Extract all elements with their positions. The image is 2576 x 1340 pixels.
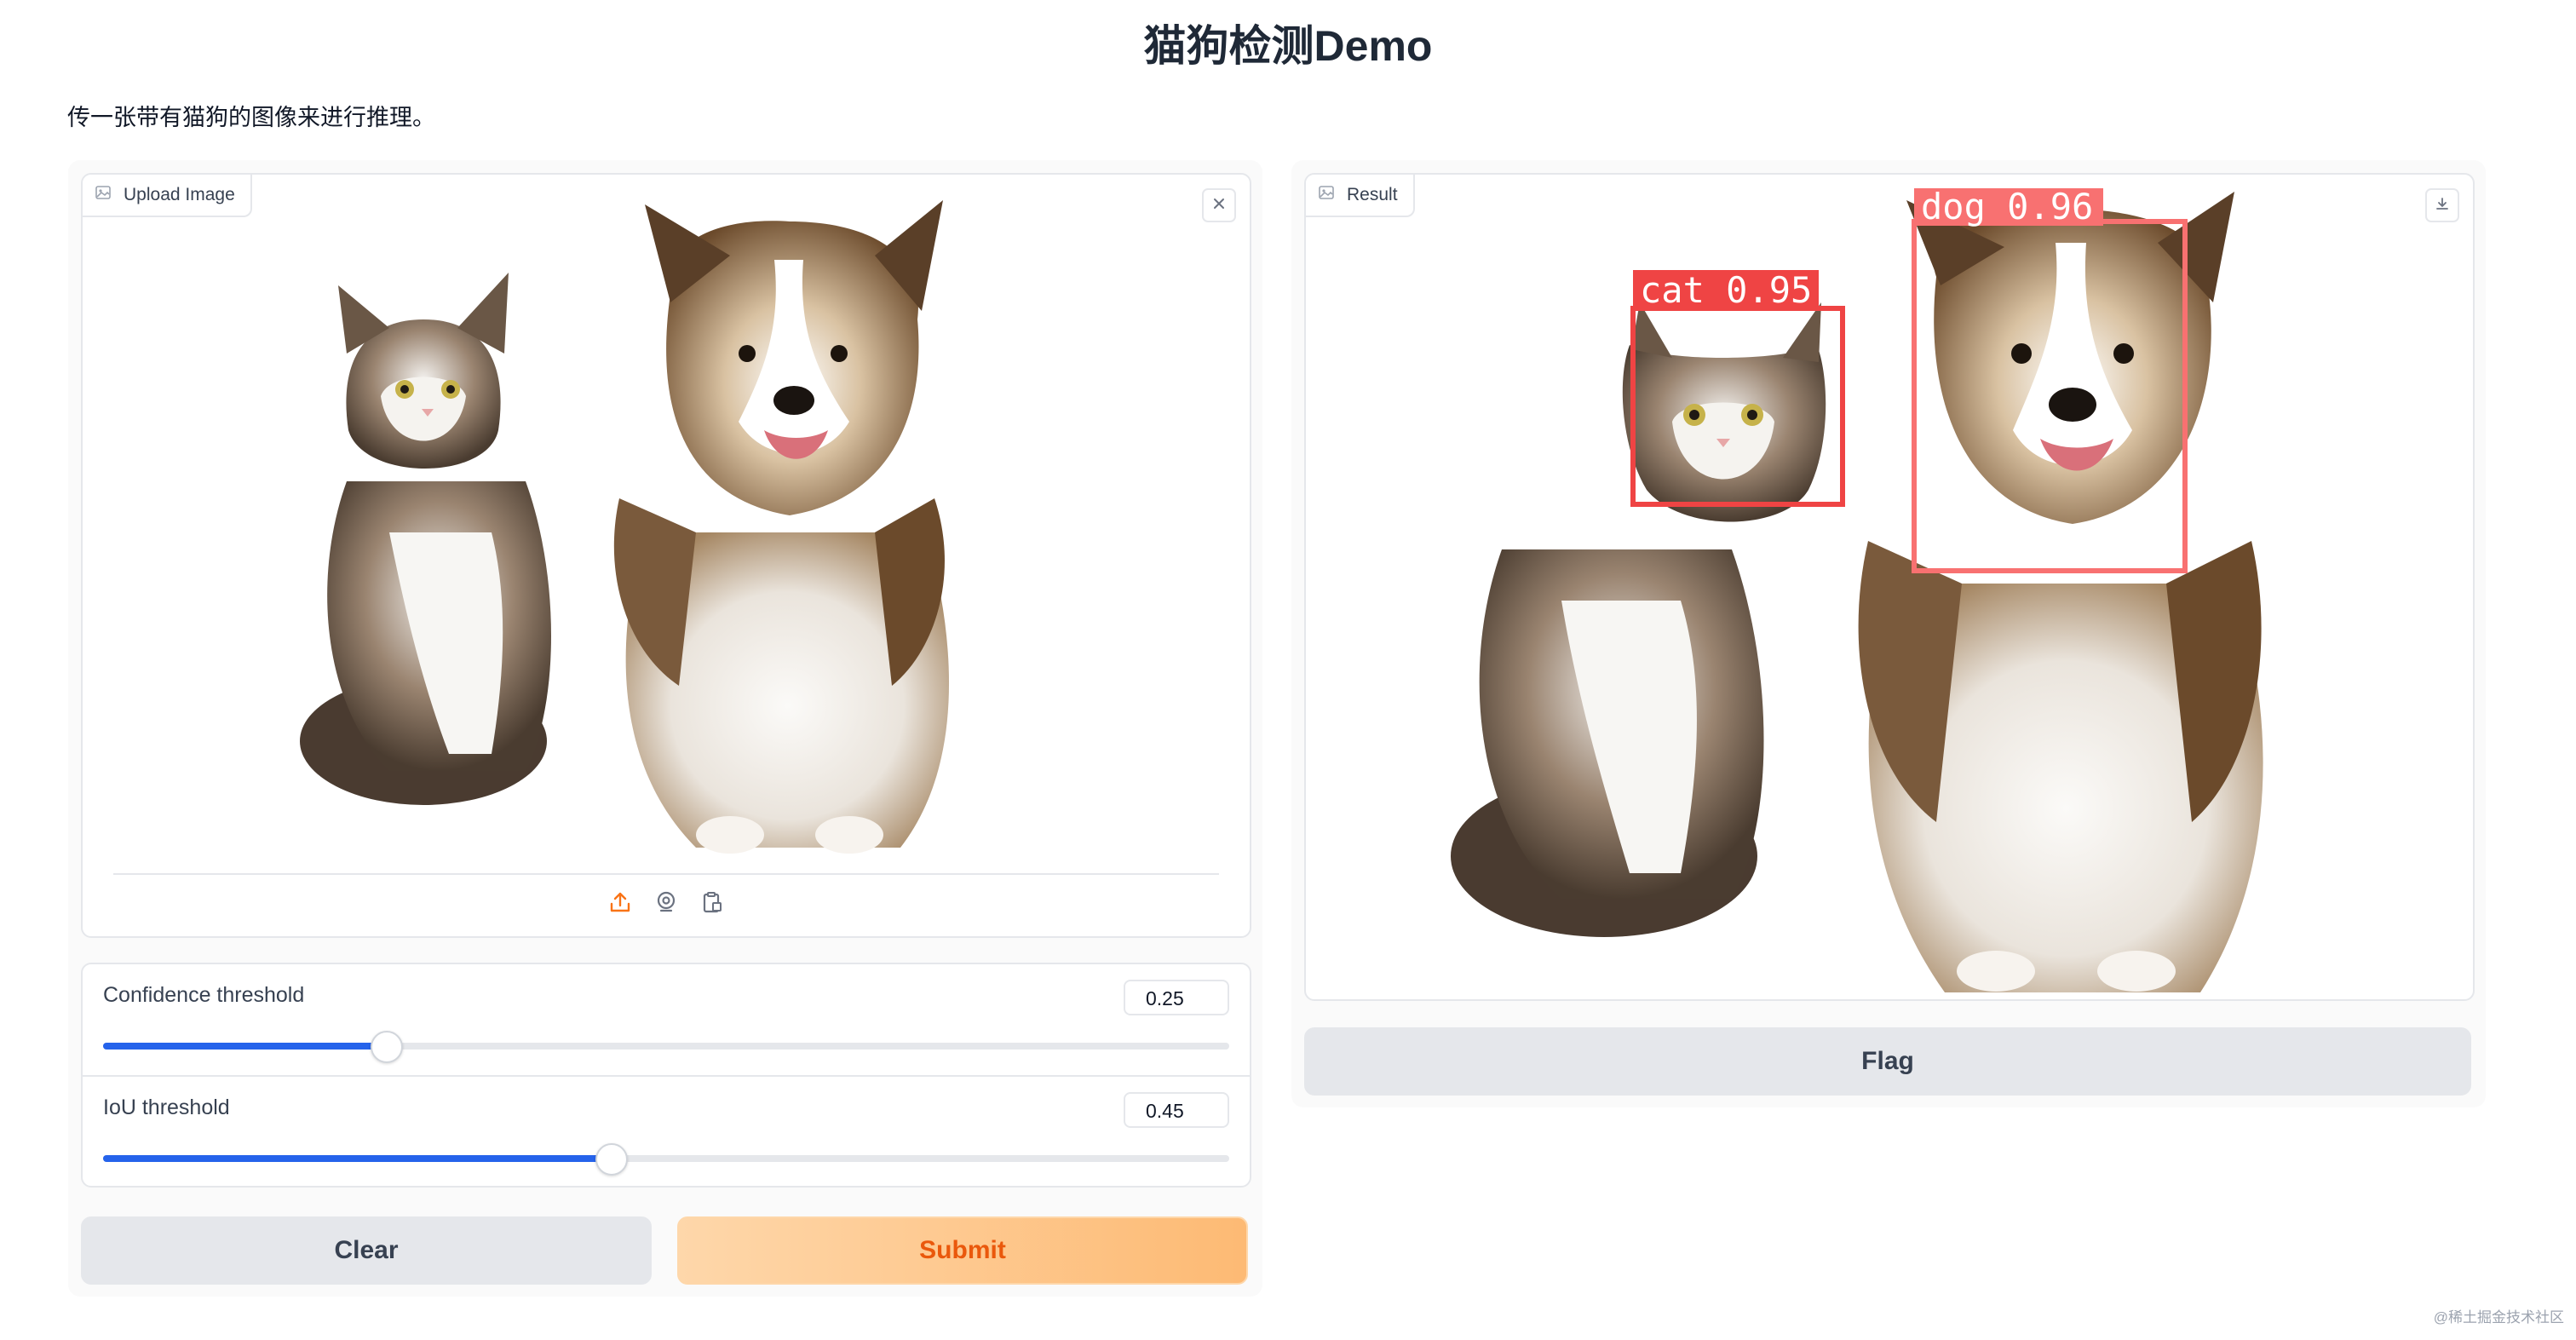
confidence-value-input[interactable]: 0.25: [1124, 980, 1229, 1015]
upload-image-label-text: Upload Image: [124, 185, 235, 204]
confidence-label: Confidence threshold: [103, 983, 305, 1007]
confidence-slider-row: Confidence threshold 0.25: [83, 964, 1250, 1075]
upload-icon[interactable]: [607, 889, 634, 916]
clear-image-button[interactable]: [1202, 188, 1236, 222]
close-icon: [1211, 196, 1227, 216]
confidence-slider[interactable]: [103, 1031, 1229, 1063]
source-divider: [113, 873, 1219, 875]
output-panel: Result cat 0.95 dog 0.96 Flag: [1291, 160, 2486, 1107]
webcam-icon[interactable]: [653, 889, 680, 916]
download-icon: [2435, 196, 2450, 216]
confidence-slider-fill: [103, 1043, 385, 1050]
detection-dog-label: dog 0.96: [1921, 186, 2093, 227]
upload-image-box[interactable]: Upload Image: [81, 173, 1251, 938]
detection-cat-label: cat 0.95: [1640, 269, 1812, 311]
result-label-text: Result: [1347, 185, 1398, 204]
iou-slider-thumb[interactable]: [595, 1143, 628, 1176]
download-button[interactable]: [2425, 188, 2459, 222]
iou-label: IoU threshold: [103, 1096, 230, 1119]
confidence-slider-thumb[interactable]: [370, 1031, 403, 1063]
iou-slider[interactable]: [103, 1143, 1229, 1176]
result-image-box: Result cat 0.95 dog 0.96: [1304, 173, 2475, 1001]
submit-button[interactable]: Submit: [677, 1216, 1248, 1285]
threshold-sliders: Confidence threshold 0.25 IoU threshold …: [81, 963, 1251, 1188]
iou-value-input[interactable]: 0.45: [1124, 1092, 1229, 1128]
page-title: 猫狗检测Demo: [1143, 22, 1433, 70]
input-panel: Upload Image Confidence threshold 0.25 I…: [68, 160, 1262, 1297]
clear-button[interactable]: Clear: [81, 1216, 652, 1285]
page-description: 传一张带有猫狗的图像来进行推理。: [67, 105, 435, 130]
upload-image-label: Upload Image: [83, 175, 252, 217]
image-icon: [1318, 184, 1335, 206]
image-icon: [95, 184, 112, 206]
image-source-selector: [83, 889, 1250, 916]
iou-slider-fill: [103, 1155, 610, 1162]
detection-result-photo: cat 0.95 dog 0.96: [1451, 186, 2263, 992]
result-label: Result: [1306, 175, 1415, 217]
cat-dog-photo: [300, 200, 950, 854]
flag-button[interactable]: Flag: [1304, 1027, 2471, 1096]
watermark: @稀土掘金技术社区: [2433, 1309, 2564, 1326]
iou-slider-row: IoU threshold 0.45: [83, 1075, 1250, 1188]
clipboard-icon[interactable]: [699, 889, 726, 916]
